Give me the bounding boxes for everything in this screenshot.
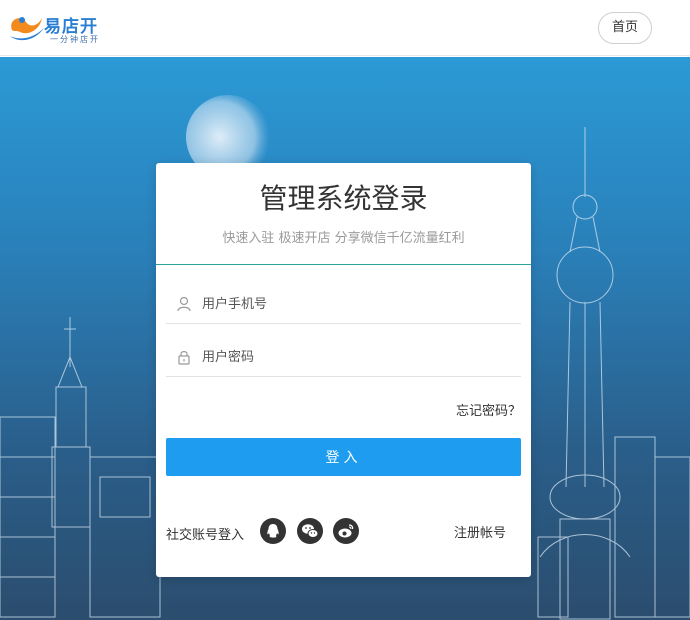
top-bar: 易店开 一分钟店开 首页 [0,0,690,56]
logo-icon [10,17,44,41]
page-title: 管理系统登录 [259,182,428,215]
qq-icon [267,524,279,538]
logo-subtitle: 一分钟店开 [50,35,100,44]
forgot-password-link[interactable]: 忘记密码？ [436,400,521,419]
username-field [166,284,521,324]
social-login-label: 社交账号登入 [166,528,245,543]
login-card: 管理系统登录 快速入驻 极速开店 分享微信千亿流量红利 忘记密码？ 登入 社交账… [156,163,531,577]
password-field [166,337,521,377]
logo[interactable]: 易店开 一分钟店开 [6,8,106,46]
lock-icon [178,351,190,365]
home-button[interactable]: 首页 [598,12,652,44]
wechat-icon [302,524,319,538]
title-divider [156,264,531,265]
user-icon [177,296,191,312]
register-link[interactable]: 注册帐号 [454,522,506,541]
username-input[interactable] [202,290,512,318]
qq-login-button[interactable] [260,518,286,544]
password-input[interactable] [202,343,512,371]
wechat-login-button[interactable] [297,518,323,544]
weibo-icon [338,524,354,538]
page-subtitle: 快速入驻 极速开店 分享微信千亿流量红利 [222,231,465,246]
login-button[interactable]: 登入 [166,438,521,476]
weibo-login-button[interactable] [333,518,359,544]
